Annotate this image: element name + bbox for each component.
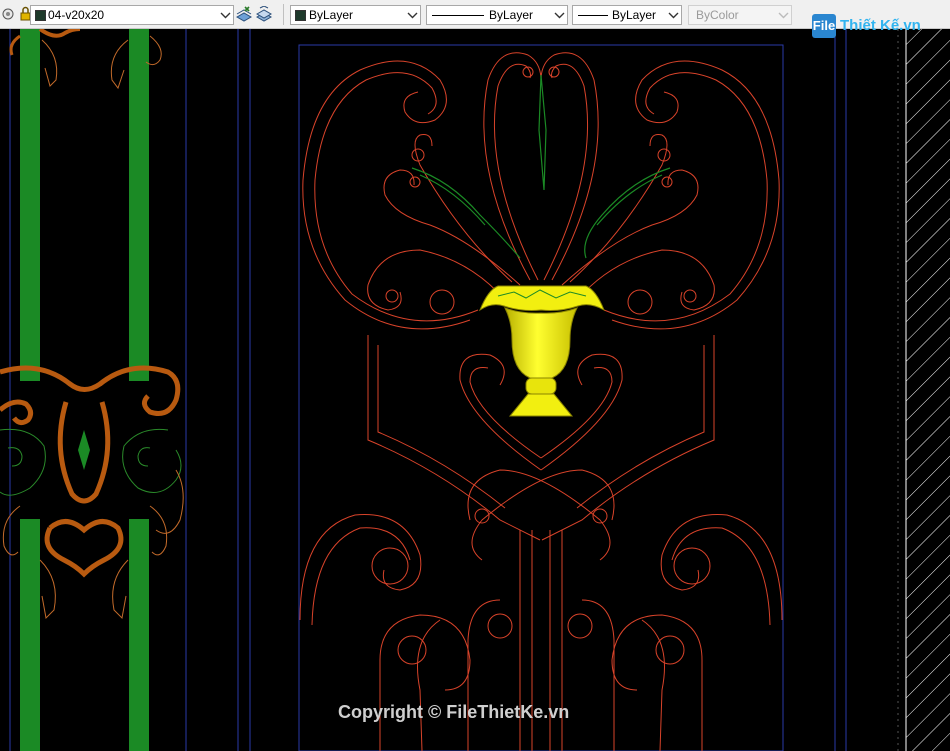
bottom-scroll-right-inner: [671, 527, 771, 626]
frame-lines: [237, 29, 899, 751]
scroll-ornament: [0, 399, 34, 426]
leaf-outline: [112, 559, 129, 620]
chevron-down-icon[interactable]: [218, 6, 233, 24]
mid-scroll-right-2: [569, 134, 668, 283]
scroll-eye: [673, 547, 711, 585]
upright-right: [541, 335, 715, 541]
chevron-down-icon[interactable]: [552, 6, 567, 24]
leaf-outline: [39, 559, 56, 620]
layer-dropdown[interactable]: 04-v20x20: [30, 5, 234, 25]
green-leaf: [78, 430, 90, 470]
outer-scroll-right: [611, 60, 780, 330]
vase-rim: [478, 285, 605, 312]
mid-scroll-left: [383, 169, 521, 286]
vase-foot: [508, 393, 574, 417]
scroll-eye: [385, 289, 399, 303]
scroll-eye: [627, 289, 653, 315]
scroll-eye: [371, 547, 409, 585]
linetype-value: ByLayer: [489, 8, 534, 22]
leaf-outline: [41, 39, 58, 87]
leaf-outline: [596, 174, 663, 226]
linetype-sample: [432, 15, 484, 16]
vine-outline: [0, 428, 46, 496]
logo-text: Thiết Kế.vn: [840, 17, 921, 34]
bottom-scroll-right: [660, 514, 783, 621]
green-bar: [129, 29, 149, 381]
top-heart-inner: [543, 63, 589, 281]
outer-scroll-right-inner: [603, 72, 768, 322]
chevron-down-icon[interactable]: [666, 6, 681, 24]
lineweight-dropdown[interactable]: ByLayer: [572, 5, 682, 25]
plotstyle-dropdown: ByColor: [688, 5, 792, 25]
vine-outline: [137, 447, 151, 467]
layer-states-icon[interactable]: [256, 6, 272, 22]
toolbar-separator: [283, 4, 284, 25]
bottom-post: [467, 599, 501, 751]
leaf-outline: [149, 505, 168, 556]
color-swatch: [295, 10, 306, 21]
outer-scroll-left-inner: [314, 72, 479, 322]
scroll-eye: [397, 635, 427, 665]
outer-scroll-left: [302, 60, 471, 330]
layer-name: 04-v20x20: [48, 8, 105, 22]
linetype-dropdown[interactable]: ByLayer: [426, 5, 568, 25]
color-dropdown[interactable]: ByLayer: [290, 5, 421, 25]
chevron-down-icon[interactable]: [405, 6, 420, 24]
leaf-outline: [584, 167, 671, 259]
logo-mark: File: [812, 14, 836, 38]
scroll-eye: [409, 176, 421, 188]
lineweight-sample: [578, 15, 608, 16]
lineweight-value: ByLayer: [612, 8, 657, 22]
bottom-scroll-left-inner: [311, 527, 411, 626]
layer-color-swatch: [35, 10, 46, 21]
scroll-eye: [429, 289, 455, 315]
upright-left: [367, 335, 541, 541]
scroll-eye: [655, 635, 685, 665]
upright-right-inner: [576, 345, 705, 509]
green-leaves: [411, 74, 671, 259]
scroll-ornament: [38, 29, 81, 38]
scroll-eye: [683, 289, 697, 303]
vase-neck: [525, 377, 557, 395]
green-bar: [129, 519, 149, 751]
scroll-eye: [567, 613, 593, 639]
hatch-pattern: [906, 29, 950, 751]
leaf-outline: [110, 39, 129, 90]
leaf-outline: [2, 505, 21, 556]
left-railing-panel: [0, 29, 187, 751]
vase-ornament: [478, 285, 605, 417]
bottom-post: [581, 599, 615, 751]
chevron-down-icon: [778, 12, 789, 19]
scroll-eye: [487, 613, 513, 639]
drawing-canvas[interactable]: [0, 29, 950, 751]
top-heart-inner: [493, 63, 539, 281]
make-current-layer-icon[interactable]: [236, 6, 252, 22]
leaf-outline: [419, 174, 486, 226]
mid-scroll-left-2: [414, 134, 513, 283]
scroll-ornament: [44, 519, 124, 578]
vase-body: [503, 307, 579, 379]
layer-on-icon[interactable]: [2, 6, 18, 22]
vine-outline: [122, 428, 182, 493]
upright-left-inner: [377, 345, 506, 509]
scroll-ornament: [9, 34, 21, 56]
properties-toolbar: 04-v20x20 ByLayer ByLayer ByLayer ByColo…: [0, 0, 950, 29]
color-value: ByLayer: [309, 8, 354, 22]
plotstyle-value: ByColor: [696, 8, 739, 22]
scroll-eye: [661, 176, 673, 188]
green-bar: [20, 519, 40, 751]
leaf-outline: [411, 167, 521, 259]
green-bar: [20, 29, 40, 381]
leaf-outline: [155, 469, 184, 534]
mid-scroll-right: [561, 169, 699, 286]
copyright-watermark: Copyright © FileThietKe.vn: [338, 702, 570, 722]
leaf-outline: [538, 74, 547, 191]
bottom-scroll-left: [299, 514, 422, 621]
